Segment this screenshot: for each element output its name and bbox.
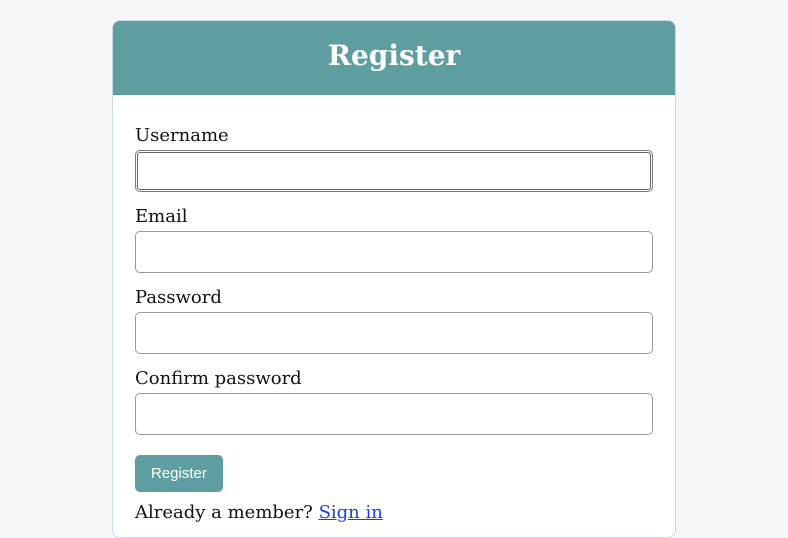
username-input[interactable] — [135, 150, 653, 192]
form-group-confirm-password: Confirm password — [135, 368, 653, 435]
form-group-email: Email — [135, 206, 653, 273]
register-card: Register Username Email Password Confirm… — [112, 20, 676, 538]
register-form: Username Email Password Confirm password… — [135, 125, 653, 523]
password-label: Password — [135, 287, 653, 308]
card-header: Register — [113, 21, 675, 95]
username-label: Username — [135, 125, 653, 146]
card-body: Username Email Password Confirm password… — [113, 95, 675, 537]
register-button[interactable]: Register — [135, 455, 223, 492]
form-group-username: Username — [135, 125, 653, 192]
email-input[interactable] — [135, 231, 653, 273]
password-input[interactable] — [135, 312, 653, 354]
signin-prompt: Already a member? — [135, 502, 319, 523]
confirm-password-label: Confirm password — [135, 368, 653, 389]
page-title: Register — [328, 39, 461, 72]
email-label: Email — [135, 206, 653, 227]
form-group-password: Password — [135, 287, 653, 354]
signin-row: Already a member? Sign in — [135, 502, 653, 523]
signin-link[interactable]: Sign in — [319, 502, 383, 523]
confirm-password-input[interactable] — [135, 393, 653, 435]
